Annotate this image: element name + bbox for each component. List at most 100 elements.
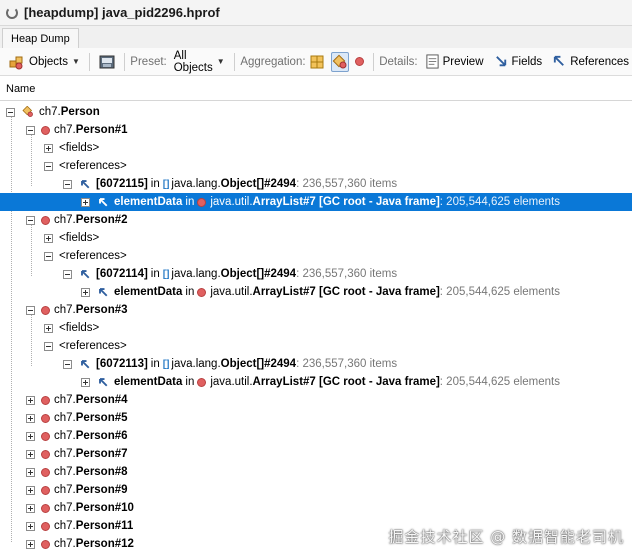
expand-toggle-icon[interactable] [26, 521, 35, 531]
instance-package: ch7. [54, 430, 76, 442]
tree-row-element[interactable]: elementData in java.util. ArrayList#7 [GC… [0, 283, 632, 301]
tree-row-instance[interactable]: ch7. Person#2 [0, 211, 632, 229]
tree-row-instance[interactable]: ch7. Person#5 [0, 409, 632, 427]
collapse-toggle-icon[interactable] [26, 305, 35, 315]
collapse-toggle-icon[interactable] [26, 125, 35, 135]
chevron-down-icon: ▼ [72, 57, 80, 66]
instance-dot-icon [197, 287, 207, 297]
column-header-name[interactable]: Name [0, 77, 632, 101]
tree-row-instance[interactable]: ch7. Person#6 [0, 427, 632, 445]
tree-row-instance[interactable]: ch7. Person#7 [0, 445, 632, 463]
tree-row-references[interactable]: <references> [0, 157, 632, 175]
expand-toggle-icon[interactable] [44, 233, 53, 243]
reference-arrow-icon [99, 198, 108, 207]
element-detail: : 205,544,625 elements [439, 376, 560, 388]
aggregation-objects-button[interactable] [352, 51, 367, 73]
expand-toggle-icon[interactable] [26, 485, 35, 495]
tree-row-reference[interactable]: [6072113] in [] java.lang. Object[]#2494 … [0, 355, 632, 373]
collapse-toggle-icon[interactable] [63, 359, 72, 369]
instance-package: ch7. [54, 412, 76, 424]
expand-toggle-icon[interactable] [26, 449, 35, 459]
instance-dot-icon [41, 305, 50, 315]
expand-toggle-icon[interactable] [44, 323, 53, 333]
classes-icon [310, 55, 324, 68]
instance-dot-icon [41, 539, 50, 549]
array-icon: [] [162, 178, 170, 190]
tree-row-fields[interactable]: <fields> [0, 139, 632, 157]
instance-package: ch7. [54, 304, 76, 316]
instance-dot-icon [41, 485, 50, 495]
tree-row-references[interactable]: <references> [0, 247, 632, 265]
aggregation-label: Aggregation: [240, 55, 306, 68]
expand-toggle-icon[interactable] [26, 395, 35, 405]
objects-dropdown[interactable]: Objects ▼ [6, 51, 83, 73]
snapshot-button[interactable] [96, 51, 118, 73]
instance-dot-icon [41, 503, 50, 513]
fields-toggle[interactable]: Fields [491, 51, 546, 73]
references-toggle[interactable]: References [549, 51, 632, 73]
tree-row-instance[interactable]: ch7. Person#3 [0, 301, 632, 319]
collapse-toggle-icon[interactable] [44, 251, 53, 261]
instance-name: Person#7 [75, 448, 128, 460]
expand-toggle-icon[interactable] [26, 503, 35, 513]
instance-dot-icon [41, 521, 50, 531]
tree-row-fields[interactable]: <fields> [0, 229, 632, 247]
instance-package: ch7. [54, 466, 76, 478]
collapse-toggle-icon[interactable] [63, 179, 72, 189]
tree-row-instance[interactable]: ch7. Person#10 [0, 499, 632, 517]
reference-detail: : 236,557,360 items [296, 268, 398, 280]
instance-name: Person#4 [75, 394, 128, 406]
reference-arrow-icon [81, 270, 90, 279]
tree-row-reference[interactable]: [6072115] in [] java.lang. Object[]#2494 … [0, 175, 632, 193]
expand-toggle-icon[interactable] [26, 413, 35, 423]
expand-toggle-icon[interactable] [26, 539, 35, 549]
tree-row-reference[interactable]: [6072114] in [] java.lang. Object[]#2494 … [0, 265, 632, 283]
reference-arrow-icon [81, 180, 90, 189]
instance-dot-icon [41, 467, 50, 477]
preset-dropdown[interactable]: All Objects ▼ [171, 49, 228, 74]
expand-toggle-icon[interactable] [26, 431, 35, 441]
instance-dot-icon [197, 377, 207, 387]
collapse-toggle-icon[interactable] [44, 341, 53, 351]
tree-row-instance[interactable]: ch7. Person#8 [0, 463, 632, 481]
reference-package: java.lang. [171, 268, 221, 280]
aggregation-classes-button[interactable] [306, 51, 328, 73]
instance-name: Person#2 [75, 214, 128, 226]
collapse-toggle-icon[interactable] [26, 215, 35, 225]
reference-package: java.lang. [171, 178, 221, 190]
collapse-toggle-icon[interactable] [44, 161, 53, 171]
tree-row-references[interactable]: <references> [0, 337, 632, 355]
tree-row-fields[interactable]: <fields> [0, 319, 632, 337]
element-class: ArrayList#7 [GC root - Java frame] [252, 196, 440, 208]
element-detail: : 205,544,625 elements [439, 196, 560, 208]
expand-toggle-icon[interactable] [26, 467, 35, 477]
instance-name: Person#8 [75, 466, 128, 478]
tree-row-element-selected[interactable]: elementData in java.util. ArrayList#7 [GC… [0, 193, 632, 211]
details-label: Details: [379, 55, 418, 68]
collapse-toggle-icon[interactable] [6, 107, 15, 117]
reference-package: java.lang. [171, 358, 221, 370]
preset-value: All Objects [173, 49, 213, 74]
toolbar-separator [123, 52, 125, 71]
preview-toggle[interactable]: Preview [422, 51, 487, 73]
expand-toggle-icon[interactable] [81, 377, 90, 387]
fields-node-label: <fields> [59, 232, 100, 244]
tree-row-instance[interactable]: ch7. Person#4 [0, 391, 632, 409]
expand-toggle-icon[interactable] [81, 197, 90, 207]
column-header-label: Name [6, 82, 36, 95]
tree-row-instance[interactable]: ch7. Person#9 [0, 481, 632, 499]
tree-row-instance[interactable]: ch7. Person#1 [0, 121, 632, 139]
tree-row-element[interactable]: elementData in java.util. ArrayList#7 [GC… [0, 373, 632, 391]
aggregation-instances-button[interactable] [330, 51, 349, 72]
instance-name: Person#5 [75, 412, 128, 424]
instance-dot-icon [197, 197, 207, 207]
tree-row-class[interactable]: ch7. Person [0, 103, 632, 121]
tab-heap-dump[interactable]: Heap Dump [2, 28, 79, 48]
instance-package: ch7. [54, 538, 76, 550]
fields-icon [495, 56, 506, 67]
expand-toggle-icon[interactable] [81, 287, 90, 297]
collapse-toggle-icon[interactable] [63, 269, 72, 279]
element-package: java.util. [210, 286, 253, 298]
reference-class: Object[]#2494 [220, 268, 297, 280]
expand-toggle-icon[interactable] [44, 143, 53, 153]
